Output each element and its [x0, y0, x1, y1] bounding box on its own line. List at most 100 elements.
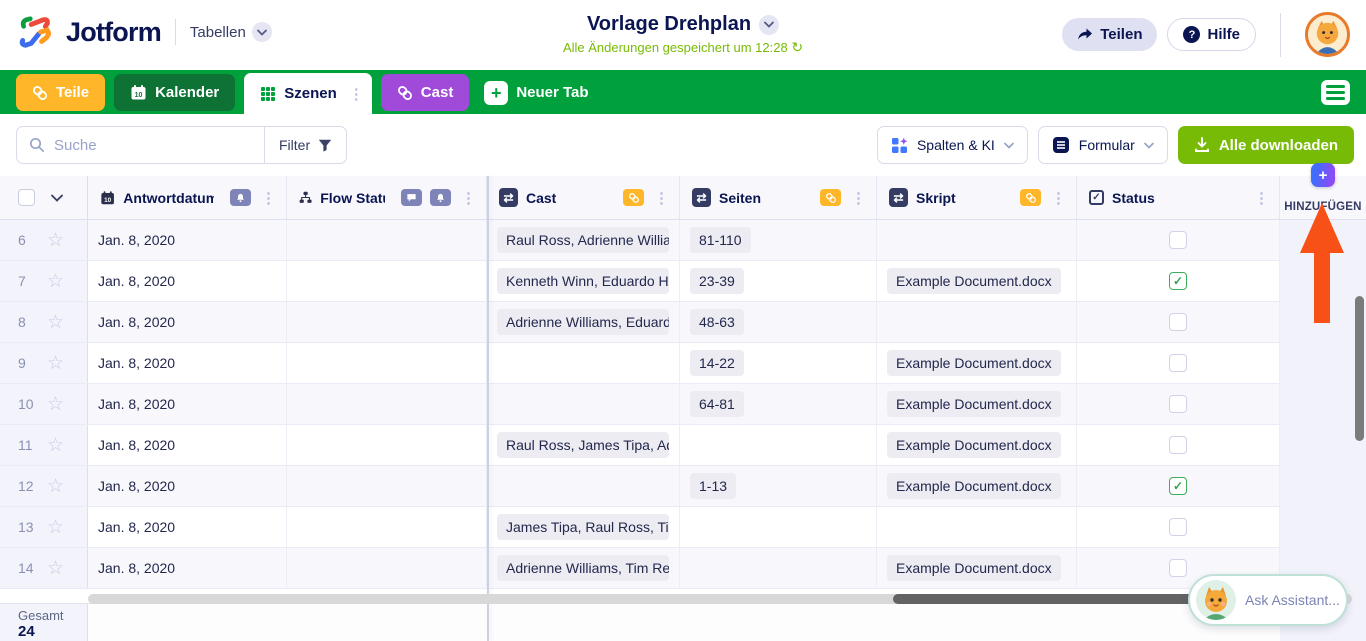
column-menu-icon[interactable]: ⋮: [1252, 189, 1271, 207]
status-checkbox[interactable]: [1169, 272, 1187, 290]
cell-seiten[interactable]: 48-63: [680, 302, 877, 342]
cell-skript[interactable]: Example Document.docx: [877, 425, 1077, 465]
cell-status[interactable]: [1077, 425, 1280, 465]
cell-antwortdatum[interactable]: Jan. 8, 2020: [88, 466, 287, 506]
star-icon[interactable]: ☆: [47, 313, 64, 332]
cell-status[interactable]: [1077, 466, 1280, 506]
star-icon[interactable]: ☆: [47, 231, 64, 250]
cell-skript[interactable]: Example Document.docx: [877, 261, 1077, 301]
column-header-flow-status[interactable]: Flow Status ⋮: [287, 176, 487, 219]
column-header-antwortdatum[interactable]: 10 Antwortdatum ⋮: [88, 176, 287, 219]
bell-badge-icon[interactable]: [230, 189, 251, 206]
cell-flow-status[interactable]: [287, 384, 487, 424]
refresh-icon[interactable]: ↻: [791, 39, 803, 55]
new-tab-button[interactable]: + Neuer Tab: [478, 74, 604, 111]
cell-seiten[interactable]: [680, 507, 877, 547]
tab-szenen-active[interactable]: Szenen ⋮: [244, 73, 372, 114]
cell-antwortdatum[interactable]: Jan. 8, 2020: [88, 343, 287, 383]
add-column-button[interactable]: +: [1311, 163, 1335, 187]
cell-skript[interactable]: Example Document.docx: [877, 343, 1077, 383]
cell-status[interactable]: [1077, 384, 1280, 424]
user-avatar[interactable]: [1305, 12, 1350, 57]
cell-antwortdatum[interactable]: Jan. 8, 2020: [88, 261, 287, 301]
column-menu-icon[interactable]: ⋮: [1049, 189, 1068, 207]
status-checkbox[interactable]: [1169, 231, 1187, 249]
title-chevron-down-icon[interactable]: [759, 15, 779, 35]
column-menu-icon[interactable]: ⋮: [259, 189, 278, 207]
cell-antwortdatum[interactable]: Jan. 8, 2020: [88, 425, 287, 465]
cell-cast[interactable]: James Tipa, Raul Ross, Tim: [487, 507, 680, 547]
cell-antwortdatum[interactable]: Jan. 8, 2020: [88, 548, 287, 588]
cell-cast[interactable]: Adrienne Williams, Eduardo: [487, 302, 680, 342]
cell-status[interactable]: [1077, 343, 1280, 383]
cell-skript[interactable]: [877, 302, 1077, 342]
search-input[interactable]: [54, 137, 224, 154]
frozen-column-divider[interactable]: [487, 176, 489, 641]
vertical-scrollbar-thumb[interactable]: [1355, 296, 1364, 441]
cell-skript[interactable]: [877, 220, 1077, 260]
cell-status[interactable]: [1077, 261, 1280, 301]
bell-badge-icon[interactable]: [430, 189, 451, 206]
cell-status[interactable]: [1077, 220, 1280, 260]
column-header-skript[interactable]: ⇄ Skript ⋮: [877, 176, 1077, 219]
star-icon[interactable]: ☆: [47, 436, 64, 455]
link-badge-icon[interactable]: [1020, 189, 1041, 206]
column-menu-icon[interactable]: ⋮: [849, 189, 868, 207]
cell-flow-status[interactable]: [287, 507, 487, 547]
cell-cast[interactable]: [487, 343, 680, 383]
help-button[interactable]: ? Hilfe: [1167, 18, 1256, 51]
horizontal-scrollbar[interactable]: [88, 594, 1352, 604]
column-header-cast[interactable]: ⇄ Cast ⋮: [487, 176, 680, 219]
chevron-down-icon[interactable]: [252, 22, 272, 42]
search-box[interactable]: [17, 127, 264, 163]
cell-flow-status[interactable]: [287, 343, 487, 383]
cell-cast[interactable]: Raul Ross, James Tipa, Adri: [487, 425, 680, 465]
cell-flow-status[interactable]: [287, 425, 487, 465]
download-all-button[interactable]: Alle downloaden: [1178, 126, 1354, 164]
cell-skript[interactable]: Example Document.docx: [877, 466, 1077, 506]
status-checkbox[interactable]: [1169, 395, 1187, 413]
status-checkbox[interactable]: [1169, 518, 1187, 536]
cell-antwortdatum[interactable]: Jan. 8, 2020: [88, 384, 287, 424]
status-checkbox[interactable]: [1169, 436, 1187, 454]
cell-seiten[interactable]: 81-110: [680, 220, 877, 260]
column-header-seiten[interactable]: ⇄ Seiten ⋮: [680, 176, 877, 219]
star-icon[interactable]: ☆: [47, 354, 64, 373]
cell-skript[interactable]: Example Document.docx: [877, 548, 1077, 588]
status-checkbox[interactable]: [1169, 313, 1187, 331]
cell-flow-status[interactable]: [287, 302, 487, 342]
cell-seiten[interactable]: [680, 548, 877, 588]
cell-flow-status[interactable]: [287, 466, 487, 506]
tab-teile[interactable]: Teile: [16, 74, 105, 111]
cell-seiten[interactable]: 64-81: [680, 384, 877, 424]
cell-seiten[interactable]: 23-39: [680, 261, 877, 301]
status-checkbox[interactable]: [1169, 477, 1187, 495]
cell-seiten[interactable]: 14-22: [680, 343, 877, 383]
cell-flow-status[interactable]: [287, 261, 487, 301]
cell-cast[interactable]: Adrienne Williams, Tim Reil: [487, 548, 680, 588]
share-button[interactable]: Teilen: [1062, 18, 1157, 51]
column-menu-icon[interactable]: ⋮: [459, 189, 478, 207]
cell-antwortdatum[interactable]: Jan. 8, 2020: [88, 302, 287, 342]
cell-flow-status[interactable]: [287, 220, 487, 260]
column-header-status[interactable]: ✓ Status ⋮: [1077, 176, 1280, 219]
cell-status[interactable]: [1077, 507, 1280, 547]
cell-skript[interactable]: Example Document.docx: [877, 384, 1077, 424]
tab-list-menu-icon[interactable]: [1321, 80, 1350, 105]
cell-status[interactable]: [1077, 302, 1280, 342]
star-icon[interactable]: ☆: [47, 559, 64, 578]
comment-badge-icon[interactable]: [401, 189, 422, 206]
status-checkbox[interactable]: [1169, 559, 1187, 577]
cell-cast[interactable]: [487, 384, 680, 424]
cell-seiten[interactable]: 1-13: [680, 466, 877, 506]
select-all-checkbox[interactable]: [18, 189, 35, 206]
link-badge-icon[interactable]: [820, 189, 841, 206]
star-icon[interactable]: ☆: [47, 477, 64, 496]
cell-flow-status[interactable]: [287, 548, 487, 588]
cell-antwortdatum[interactable]: Jan. 8, 2020: [88, 507, 287, 547]
columns-ai-button[interactable]: Spalten & KI: [877, 126, 1028, 164]
star-icon[interactable]: ☆: [47, 272, 64, 291]
chevron-down-icon[interactable]: [51, 194, 63, 202]
cell-cast[interactable]: Raul Ross, Adrienne William: [487, 220, 680, 260]
link-badge-icon[interactable]: [623, 189, 644, 206]
